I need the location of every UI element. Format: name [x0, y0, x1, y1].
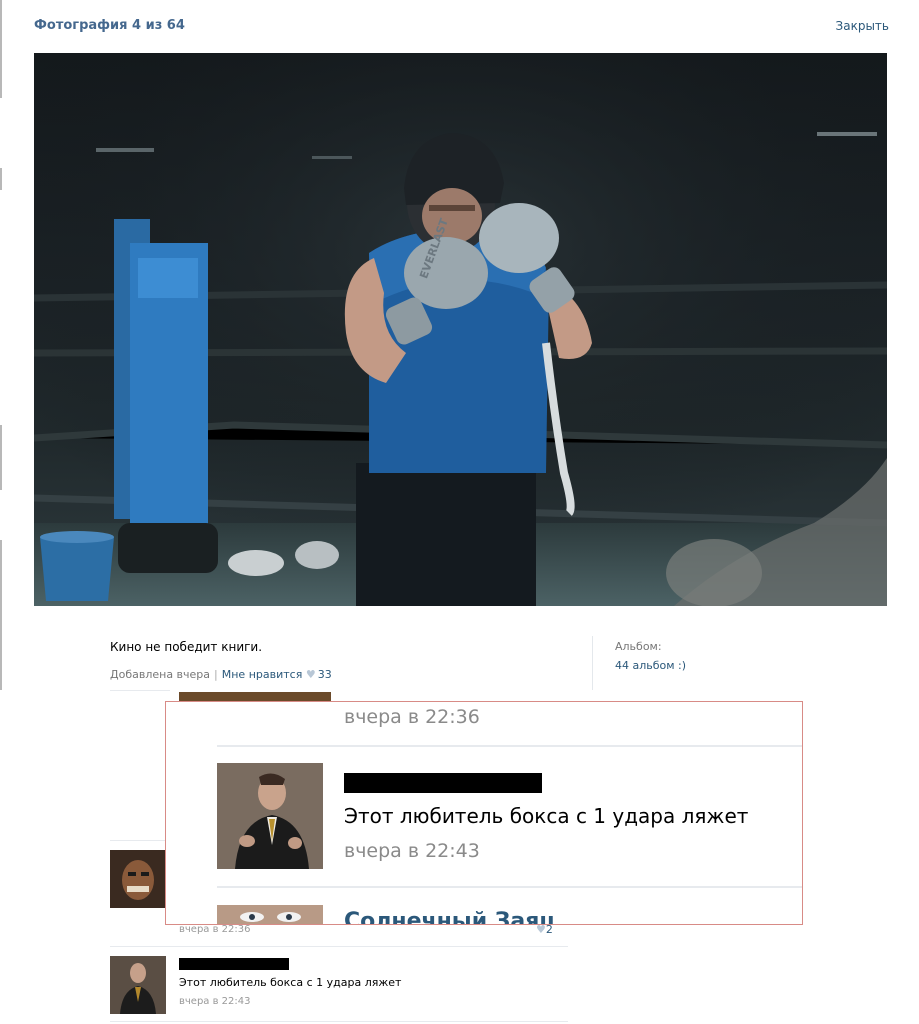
- divider: [110, 840, 170, 841]
- divider: [110, 946, 568, 947]
- comment-time: вчера в 22:36: [179, 924, 251, 935]
- redacted-author-name: [179, 958, 289, 970]
- zoom-comment-time: вчера в 22:43: [344, 840, 480, 862]
- heart-icon: ♥: [305, 668, 316, 681]
- zoom-prev-comment-time: вчера в 22:36: [344, 706, 480, 728]
- close-button[interactable]: Закрыть: [836, 19, 889, 33]
- divider: [110, 690, 170, 691]
- divider: [217, 886, 802, 888]
- zoom-next-author-name[interactable]: Солнечный Заяц: [344, 909, 556, 924]
- divider: [217, 745, 802, 747]
- zoom-inset: вчера в 22:36 Этот любитель бокса с 1 уд…: [165, 701, 803, 925]
- window-edge: [0, 425, 2, 490]
- divider: [592, 636, 593, 690]
- comment-avatar[interactable]: [110, 956, 166, 1014]
- window-edge: [0, 168, 2, 190]
- photo-meta: Добавлена вчера | Мне нравится ♥ 33: [110, 668, 332, 681]
- redacted-author-name: [344, 773, 542, 793]
- album-label: Альбом:: [615, 640, 662, 653]
- face-icon: [110, 850, 166, 908]
- photo-viewer-image[interactable]: EVERLAST: [34, 53, 887, 606]
- zoom-comment-avatar[interactable]: [217, 763, 323, 869]
- window-edge: [0, 0, 2, 98]
- face-icon: [217, 905, 323, 924]
- album-link[interactable]: 44 альбом :): [615, 659, 686, 672]
- like-button[interactable]: Мне нравится: [222, 668, 303, 681]
- person-icon: [110, 956, 166, 1014]
- comment-time: вчера в 22:43: [179, 996, 251, 1007]
- window-edge: [0, 540, 2, 690]
- boxing-photo: EVERLAST: [34, 53, 887, 606]
- photo-caption: Кино не победит книги.: [110, 640, 263, 654]
- divider: [110, 1021, 568, 1022]
- added-date: Добавлена вчера: [110, 668, 211, 681]
- person-icon: [217, 763, 323, 869]
- like-count: 33: [317, 668, 332, 681]
- zoom-comment-text: Этот любитель бокса с 1 удара ляжет: [344, 804, 749, 828]
- comment-text: Этот любитель бокса с 1 удара ляжет: [179, 976, 402, 989]
- zoom-next-avatar[interactable]: [217, 905, 323, 924]
- comment-avatar[interactable]: [110, 850, 166, 908]
- photo-counter-title: Фотография 4 из 64: [34, 18, 185, 33]
